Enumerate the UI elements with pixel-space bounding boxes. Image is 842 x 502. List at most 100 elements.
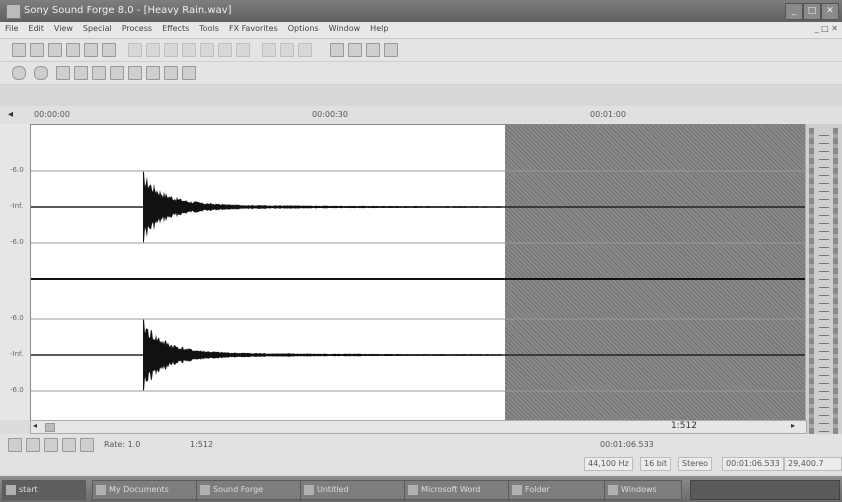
time-marker: 00:01:00 — [590, 110, 626, 119]
forward-small-icon[interactable] — [80, 438, 94, 452]
new-file-icon[interactable] — [12, 43, 26, 57]
magnify-icon[interactable] — [366, 43, 380, 57]
scroll-thumb[interactable] — [45, 423, 55, 432]
vu-bar-right — [833, 128, 838, 438]
window-title: Sony Sound Forge 8.0 - [Heavy Rain.wav] — [24, 5, 232, 16]
taskbar-item[interactable]: Untitled — [300, 480, 406, 500]
repeat-icon[interactable] — [262, 43, 276, 57]
open-file-icon[interactable] — [30, 43, 44, 57]
time-marker: 00:00:30 — [312, 110, 348, 119]
scroll-right-arrow-icon[interactable]: ▸ — [791, 421, 795, 430]
zoom-ratio-label: 1:512 — [671, 421, 697, 431]
vu-meter — [805, 124, 842, 444]
copy-icon[interactable] — [182, 43, 196, 57]
status-bit-depth: 16 bit — [640, 457, 672, 471]
waveform-display[interactable] — [30, 124, 807, 422]
menu-bar: File Edit View Special Process Effects Tools FX… — [0, 22, 842, 39]
timeline-ruler[interactable]: ◂ 00:00:00 00:00:30 00:01:00 — [0, 106, 842, 125]
rate-label: Rate: 1.0 — [104, 440, 141, 449]
find-icon[interactable] — [280, 43, 294, 57]
zoom-tool-icon[interactable] — [330, 43, 344, 57]
rewind-icon[interactable] — [146, 66, 160, 80]
forward-icon[interactable] — [164, 66, 178, 80]
maximize-button[interactable]: □ — [803, 3, 821, 20]
record-icon[interactable] — [12, 66, 26, 80]
app-icon — [304, 485, 314, 495]
save-as-icon[interactable] — [66, 43, 80, 57]
stop-icon[interactable] — [110, 66, 124, 80]
properties-icon[interactable] — [102, 43, 116, 57]
level-ruler: -6.0 -Inf. -6.0 -6.0 -Inf. -6.0 — [0, 124, 31, 420]
taskbar-item[interactable]: My Documents — [92, 480, 198, 500]
menu-edit[interactable]: Edit — [23, 22, 49, 35]
folder-icon — [512, 485, 522, 495]
menu-options[interactable]: Options — [283, 22, 324, 35]
menu-special[interactable]: Special — [78, 22, 117, 35]
level-label: -6.0 — [10, 386, 24, 394]
app-icon — [6, 4, 21, 19]
scroll-left-arrow-icon[interactable]: ◂ — [33, 421, 37, 430]
close-tool-icon[interactable] — [384, 43, 398, 57]
pause-icon[interactable] — [92, 66, 106, 80]
level-label: -Inf. — [10, 202, 24, 210]
menu-effects[interactable]: Effects — [157, 22, 194, 35]
scroll-left-icon[interactable]: ◂ — [8, 109, 13, 120]
start-button[interactable]: start — [2, 480, 86, 500]
taskbar-item[interactable]: Microsoft Word — [404, 480, 510, 500]
level-label: -6.0 — [10, 238, 24, 246]
cursor-position: 00:01:06.533 — [600, 440, 654, 449]
mix-icon[interactable] — [218, 43, 232, 57]
playbar: Rate: 1.0 1:512 00:01:06.533 44,100 Hz 1… — [0, 434, 842, 474]
overview-bar[interactable] — [0, 85, 842, 107]
trim-icon[interactable] — [236, 43, 250, 57]
cut-icon[interactable] — [164, 43, 178, 57]
minimize-button[interactable]: _ — [785, 3, 803, 20]
level-label: -6.0 — [10, 166, 24, 174]
taskbar: start My Documents Sound Forge Untitled … — [0, 476, 842, 502]
menu-fx-favorites[interactable]: FX Favorites — [224, 22, 283, 35]
waveform-channel-2 — [143, 319, 501, 391]
go-start-icon[interactable] — [8, 438, 22, 452]
vu-scale — [819, 128, 829, 438]
word-icon — [408, 485, 418, 495]
taskbar-item[interactable]: Sound Forge — [196, 480, 302, 500]
level-label: -6.0 — [10, 314, 24, 322]
app-icon — [200, 485, 210, 495]
vu-bar-left — [809, 128, 814, 438]
save-icon[interactable] — [48, 43, 62, 57]
go-to-end-icon[interactable] — [182, 66, 196, 80]
folder-icon — [96, 485, 106, 495]
go-to-start-icon[interactable] — [128, 66, 142, 80]
print-icon[interactable] — [84, 43, 98, 57]
menu-process[interactable]: Process — [117, 22, 157, 35]
playbar-zoom-label: 1:512 — [190, 440, 214, 449]
play-icon[interactable] — [74, 66, 88, 80]
standard-toolbar — [0, 39, 842, 62]
mdi-controls[interactable]: _ □ ✕ — [815, 24, 838, 33]
loop-small-icon[interactable] — [62, 438, 76, 452]
loop-icon[interactable] — [34, 66, 48, 80]
pencil-tool-icon[interactable] — [348, 43, 362, 57]
play-small-icon[interactable] — [44, 438, 58, 452]
close-button[interactable]: ✕ — [821, 3, 839, 20]
time-marker: 00:00:00 — [34, 110, 70, 119]
menu-file[interactable]: File — [0, 22, 23, 35]
rewind-small-icon[interactable] — [26, 438, 40, 452]
edit-tool-icon[interactable] — [298, 43, 312, 57]
undo-icon[interactable] — [128, 43, 142, 57]
transport-toolbar — [0, 62, 842, 85]
waveform-channel-1 — [143, 171, 501, 243]
horizontal-scrollbar[interactable]: ◂ 1:512 ▸ — [30, 420, 807, 434]
title-bar: Sony Sound Forge 8.0 - [Heavy Rain.wav] … — [0, 0, 842, 22]
redo-icon[interactable] — [146, 43, 160, 57]
play-all-icon[interactable] — [56, 66, 70, 80]
menu-tools[interactable]: Tools — [194, 22, 224, 35]
paste-icon[interactable] — [200, 43, 214, 57]
taskbar-item[interactable]: Windows — [604, 480, 682, 500]
system-tray — [690, 480, 840, 500]
menu-view[interactable]: View — [49, 22, 78, 35]
menu-window[interactable]: Window — [324, 22, 366, 35]
taskbar-item[interactable]: Folder — [508, 480, 606, 500]
menu-help[interactable]: Help — [365, 22, 393, 35]
windows-logo-icon — [6, 485, 16, 495]
